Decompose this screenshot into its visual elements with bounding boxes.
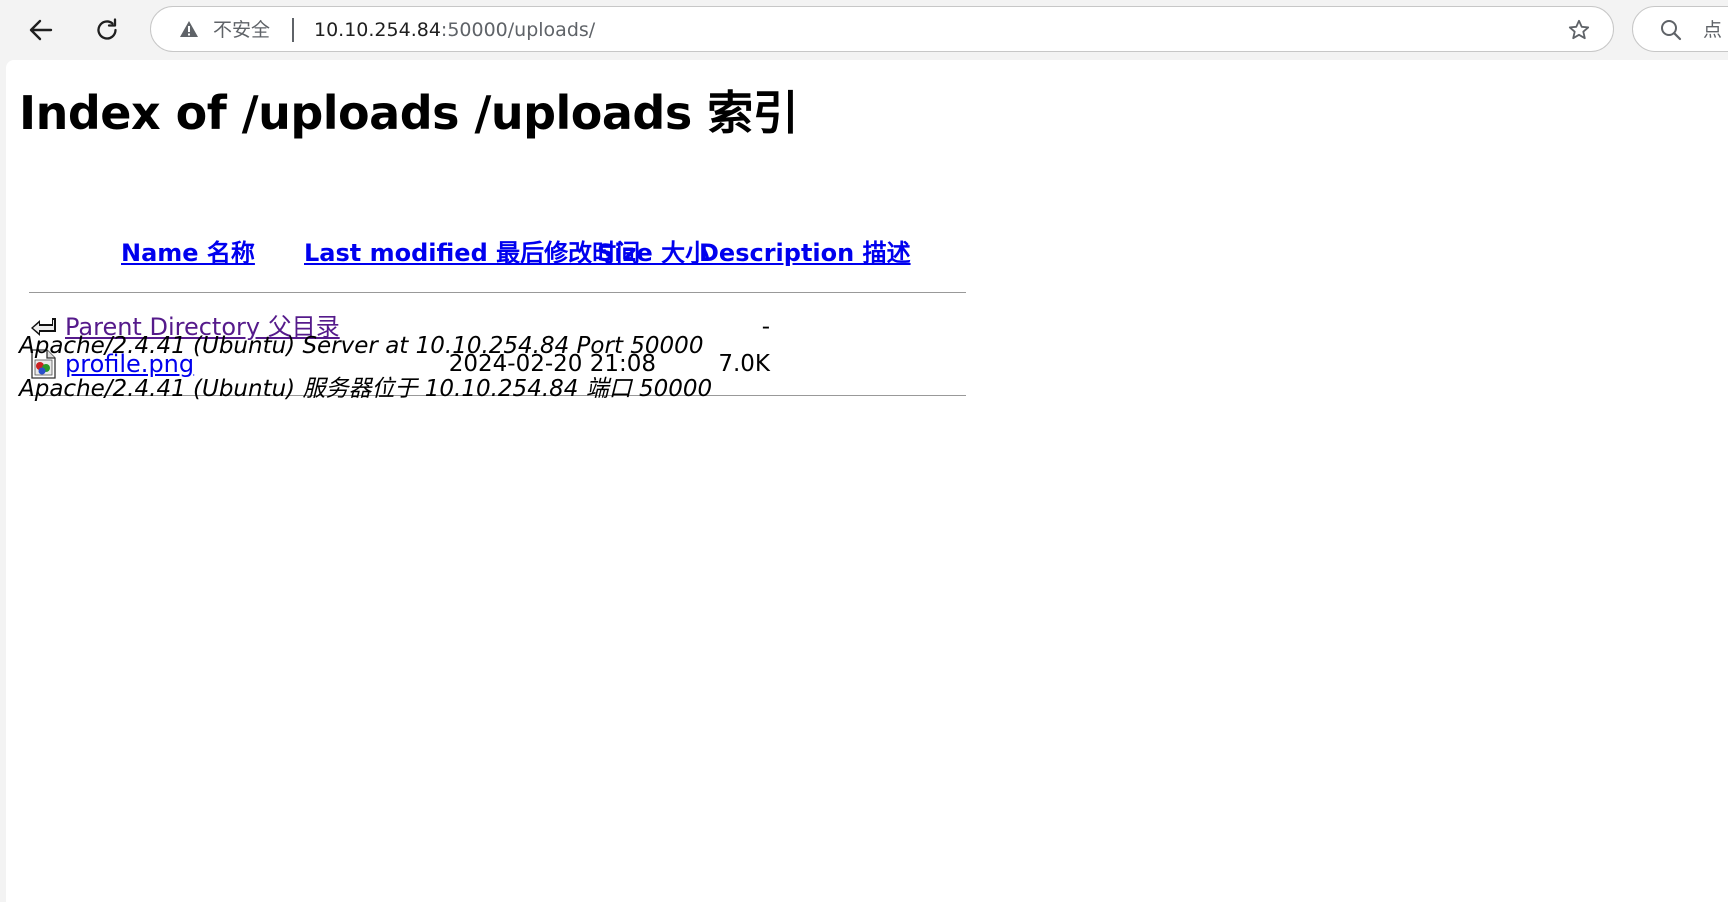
search-placeholder: 点	[1703, 19, 1723, 41]
server-signature-zh: Apache/2.4.41 (Ubuntu) 服务器位于 10.10.254.8…	[19, 376, 713, 402]
url-text[interactable]: 10.10.254.84:50000/uploads/	[314, 18, 595, 42]
warning-icon[interactable]	[179, 19, 199, 39]
browser-toolbar: 不安全 10.10.254.84:50000/uploads/ 点	[0, 0, 1728, 58]
url-host: 10.10.254.84	[314, 19, 441, 41]
row-size: 7.0K	[718, 351, 770, 377]
omnibox-divider	[292, 18, 294, 42]
page-title: Index of /uploads /uploads 索引	[19, 86, 799, 140]
bookmark-star-icon[interactable]	[1567, 18, 1591, 42]
column-header-name[interactable]: Name 名称	[121, 238, 255, 268]
column-header-size[interactable]: Size 大小	[597, 238, 709, 268]
side-search-box[interactable]: 点	[1632, 6, 1728, 52]
reload-button[interactable]	[86, 9, 128, 51]
address-bar[interactable]: 不安全 10.10.254.84:50000/uploads/	[150, 6, 1614, 52]
back-arrow-icon	[29, 19, 53, 41]
row-size: -	[761, 314, 770, 340]
reload-icon	[97, 18, 117, 40]
url-path: :50000/uploads/	[440, 19, 596, 41]
column-header-description[interactable]: Description 描述	[699, 238, 911, 268]
back-button[interactable]	[20, 9, 62, 51]
page-content: Index of /uploads /uploads 索引 Name 名称 La…	[6, 60, 1728, 902]
column-header-last-modified[interactable]: Last modified 最后修改时间	[304, 238, 640, 268]
header-divider	[29, 292, 966, 293]
security-status-label[interactable]: 不安全	[213, 18, 270, 42]
search-icon	[1661, 20, 1682, 41]
server-signature-en: Apache/2.4.41 (Ubuntu) Server at 10.10.2…	[19, 333, 704, 359]
